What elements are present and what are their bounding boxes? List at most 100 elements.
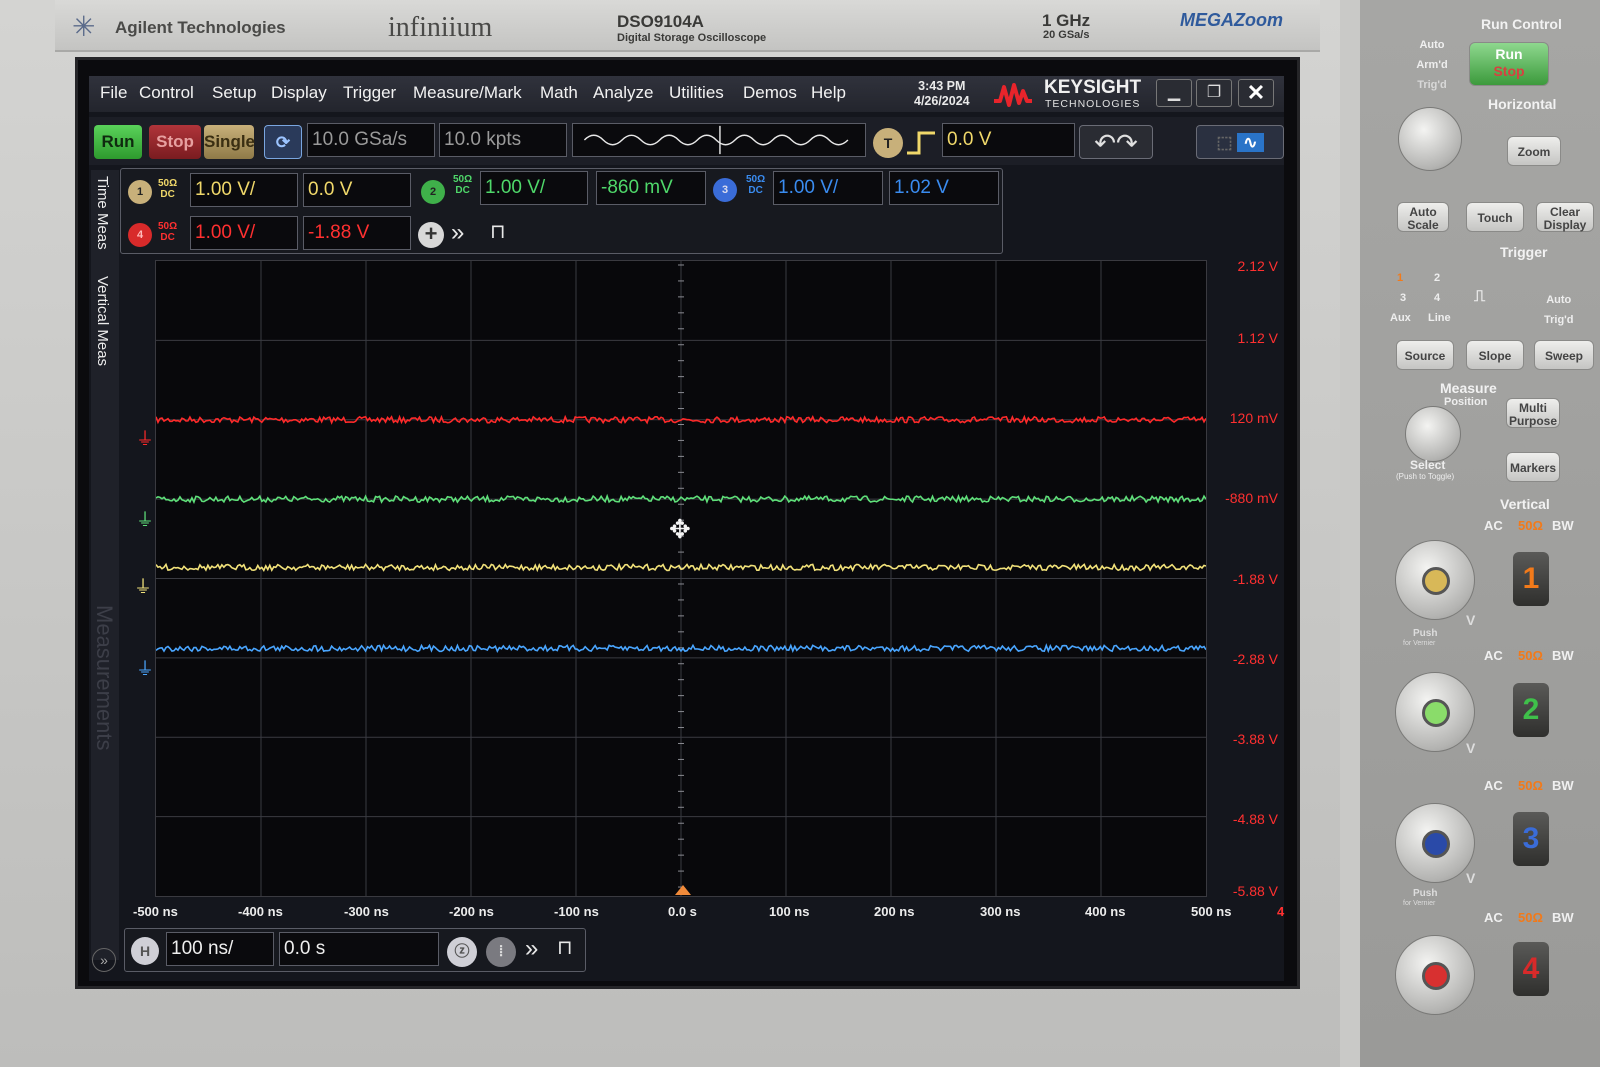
trigger-source-4[interactable]: 4 (1434, 292, 1440, 304)
overview-waveform (583, 134, 849, 146)
trigger-badge[interactable]: T (873, 128, 903, 158)
menu-display[interactable]: Display (271, 83, 327, 103)
slope-hardkey[interactable]: Slope (1466, 340, 1524, 370)
tab-vertical-meas[interactable]: Vertical Meas (94, 276, 111, 366)
waveform-graticule[interactable] (155, 260, 1207, 897)
pin-icon[interactable]: ⊓ (490, 219, 506, 244)
expand-chevron-icon[interactable]: » (451, 219, 464, 247)
menu-help[interactable]: Help (811, 83, 846, 103)
auto-scale-icon[interactable]: ∿ (1237, 133, 1264, 152)
single-button[interactable]: Single (204, 125, 255, 159)
rising-edge-icon[interactable] (905, 127, 939, 159)
trigger-level-field[interactable]: 0.0 V (942, 123, 1075, 157)
ch4-select-key[interactable]: 4 (1513, 942, 1549, 996)
channel-3-scale-field[interactable]: 1.00 V/ (773, 171, 883, 205)
source-hardkey[interactable]: Source (1396, 340, 1454, 370)
menu-utilities[interactable]: Utilities (669, 83, 724, 103)
horizontal-expand-chevron-icon[interactable]: » (525, 935, 538, 963)
menu-analyze[interactable]: Analyze (593, 83, 653, 103)
menu-setup[interactable]: Setup (212, 83, 256, 103)
box-zoom-icon[interactable]: ⬚ (1216, 133, 1232, 152)
touch-hardkey[interactable]: Touch (1466, 202, 1524, 232)
horizontal-badge[interactable]: H (131, 937, 159, 965)
trigger-source-2[interactable]: 2 (1434, 272, 1440, 284)
ch4-bw-label[interactable]: BW (1552, 910, 1574, 925)
trigger-source-aux[interactable]: Aux (1390, 312, 1411, 324)
menu-trigger[interactable]: Trigger (343, 83, 396, 103)
zoom-hardkey[interactable]: Zoom (1507, 136, 1561, 166)
trigger-source-line[interactable]: Line (1428, 312, 1451, 324)
close-button[interactable]: ✕ (1238, 79, 1274, 107)
add-channel-button[interactable]: + (418, 222, 444, 248)
channel-3-badge[interactable]: 3 (713, 178, 737, 202)
ch1-scale-knob[interactable] (1395, 540, 1475, 620)
ch4-ac-label[interactable]: AC (1484, 910, 1503, 925)
horizontal-scale-field[interactable]: 100 ns/ (166, 932, 274, 966)
auto-scale-hardkey[interactable]: Auto Scale (1397, 202, 1449, 232)
channel-1-badge[interactable]: 1 (128, 180, 152, 204)
channel-2-offset-field[interactable]: -860 mV (596, 171, 706, 205)
ch4-scale-knob[interactable] (1395, 935, 1475, 1015)
ch3-50ohm-label[interactable]: 50Ω (1518, 778, 1543, 793)
channel-2-badge[interactable]: 2 (421, 180, 445, 204)
expand-sidebar-button[interactable]: » (92, 948, 116, 972)
ch2-select-key[interactable]: 2 (1513, 683, 1549, 737)
horizontal-scale-knob[interactable] (1398, 107, 1462, 171)
markers-hardkey[interactable]: Markers (1506, 452, 1560, 482)
menu-file[interactable]: File (100, 83, 127, 103)
trigger-source-3[interactable]: 3 (1400, 292, 1406, 304)
zoom-button[interactable]: ⓩ (447, 937, 477, 967)
memory-depth-field[interactable]: 10.0 kpts (439, 123, 567, 157)
roll-mode-button[interactable]: ⦙ (486, 937, 516, 967)
multi-purpose-hardkey[interactable]: Multi Purpose (1506, 398, 1560, 428)
ch3-select-key[interactable]: 3 (1513, 812, 1549, 866)
ch3-scale-knob[interactable] (1395, 803, 1475, 883)
horizontal-position-field[interactable]: 0.0 s (279, 932, 439, 966)
channel-2-scale-field[interactable]: 1.00 V/ (480, 171, 588, 205)
ch1-select-key[interactable]: 1 (1513, 552, 1549, 606)
trigger-source-1[interactable]: 1 (1397, 272, 1403, 284)
channel-3-offset-field[interactable]: 1.02 V (889, 171, 999, 205)
channel-4-badge[interactable]: 4 (128, 223, 152, 247)
ch1-50ohm-label[interactable]: 50Ω (1518, 518, 1543, 533)
run-stop-hardkey[interactable]: Run Stop (1469, 42, 1549, 86)
redo-icon[interactable]: ↷ (1116, 128, 1138, 158)
ch2-bw-label[interactable]: BW (1552, 648, 1574, 663)
ch4-50ohm-label[interactable]: 50Ω (1518, 910, 1543, 925)
ch3-ac-label[interactable]: AC (1484, 778, 1503, 793)
sample-rate-field[interactable]: 10.0 GSa/s (307, 123, 435, 157)
channel-1-offset-field[interactable]: 0.0 V (303, 173, 411, 207)
menu-measure-mark[interactable]: Measure/Mark (413, 83, 522, 103)
channel-4-scale-field[interactable]: 1.00 V/ (190, 216, 298, 250)
channel-3-ground-marker[interactable]: ⏚ (136, 655, 154, 681)
ch1-bw-label[interactable]: BW (1552, 518, 1574, 533)
horizontal-pin-icon[interactable]: ⊓ (557, 935, 573, 960)
menu-math[interactable]: Math (540, 83, 578, 103)
tab-time-meas[interactable]: Time Meas (94, 176, 111, 250)
waveform-overview[interactable] (572, 123, 866, 157)
clear-display-hardkey[interactable]: Clear Display (1536, 202, 1594, 232)
undo-icon[interactable]: ↶ (1094, 128, 1116, 158)
ch2-scale-knob[interactable] (1395, 672, 1475, 752)
channel-2-impedance: 50Ω (453, 174, 473, 185)
menu-control[interactable]: Control (139, 83, 194, 103)
ch3-bw-label[interactable]: BW (1552, 778, 1574, 793)
minimize-button[interactable]: ▁ (1156, 79, 1192, 107)
menu-demos[interactable]: Demos (743, 83, 797, 103)
channel-4-ground-marker[interactable]: ⏚ (136, 425, 154, 451)
ch1-ac-label[interactable]: AC (1484, 518, 1503, 533)
restore-button[interactable]: ❐ (1196, 79, 1232, 107)
channel-2-ground-marker[interactable]: ⏚ (136, 506, 154, 532)
channel-1-ground-marker[interactable]: ⏚ (134, 573, 152, 599)
stop-button[interactable]: Stop (149, 125, 201, 159)
acquisition-mode-button[interactable]: ⟳ (264, 125, 302, 159)
tab-measurements[interactable]: Measurements (91, 605, 117, 751)
run-button[interactable]: Run (94, 125, 142, 159)
sweep-hardkey[interactable]: Sweep (1534, 340, 1594, 370)
channel-1-scale-field[interactable]: 1.00 V/ (190, 173, 298, 207)
channel-4-offset-field[interactable]: -1.88 V (303, 216, 411, 250)
series-name: infiniium (388, 12, 493, 43)
ch2-ac-label[interactable]: AC (1484, 648, 1503, 663)
ch2-50ohm-label[interactable]: 50Ω (1518, 648, 1543, 663)
measure-position-knob[interactable] (1405, 406, 1461, 462)
